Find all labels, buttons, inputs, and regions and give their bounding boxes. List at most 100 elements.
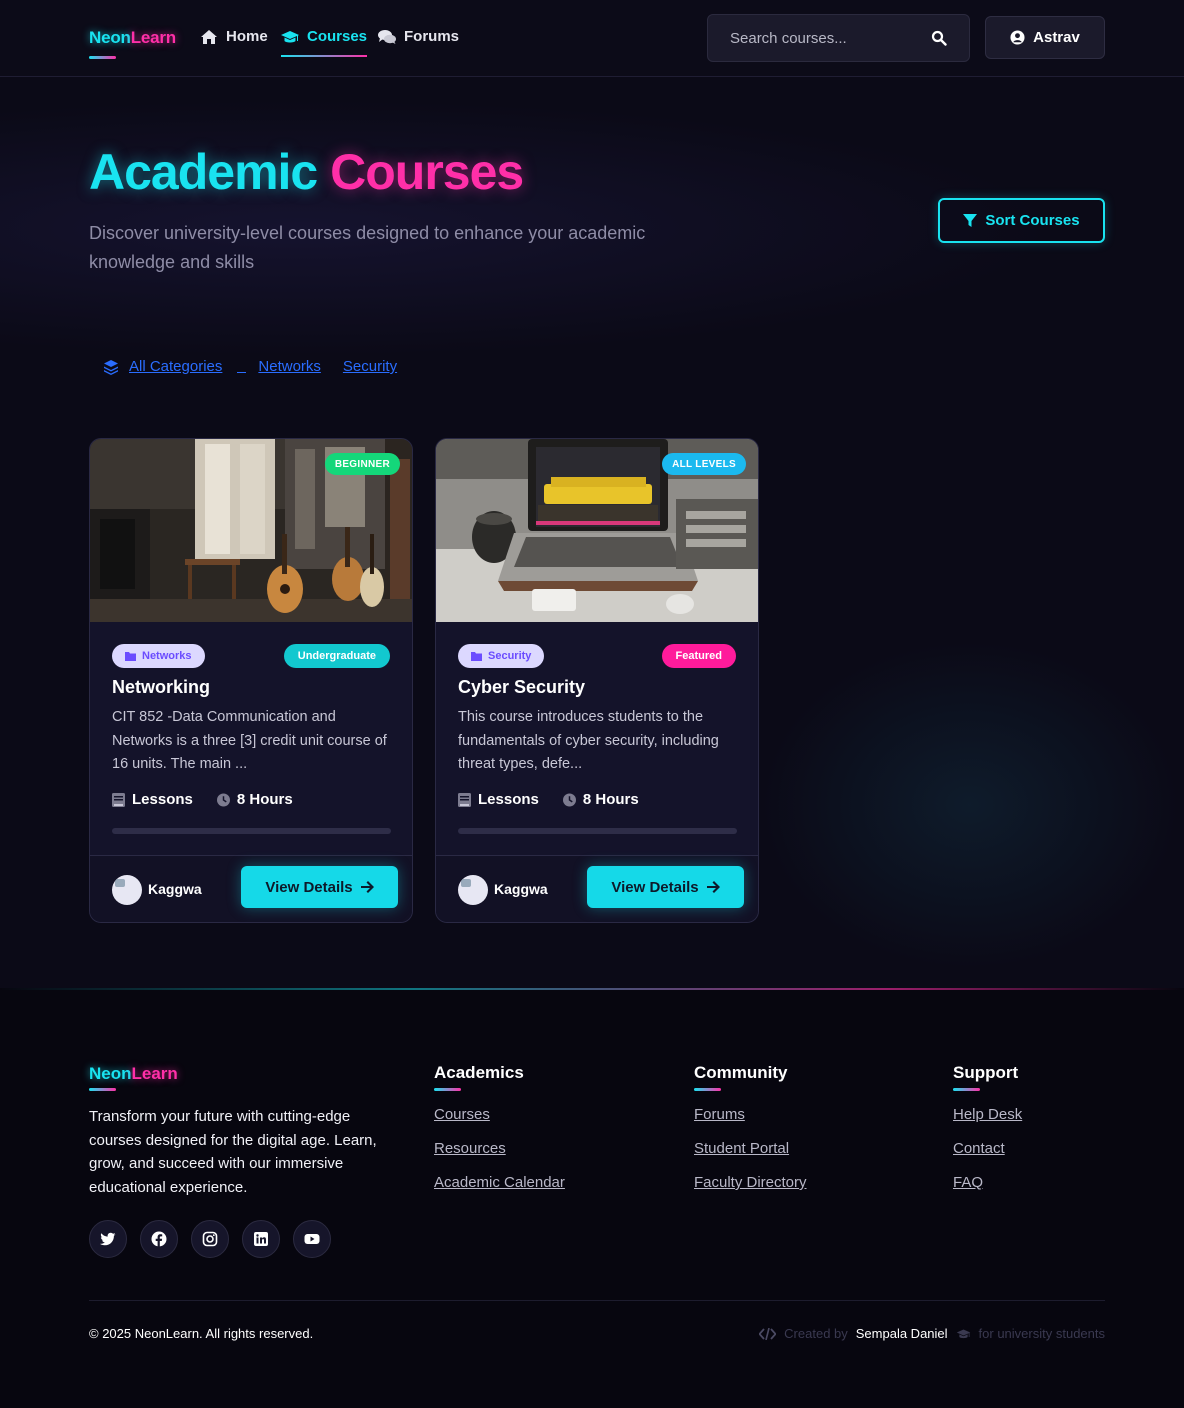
home-icon: [201, 29, 217, 44]
social-links: [89, 1220, 331, 1258]
course-card: ALL LEVELS Security Featured Cyber Secur…: [435, 438, 759, 923]
graduation-cap-icon: [956, 1329, 970, 1338]
view-details-label: View Details: [265, 878, 353, 896]
clock-icon: [562, 793, 576, 806]
footer-link-student-portal[interactable]: Student Portal: [694, 1139, 807, 1158]
search-icon[interactable]: [931, 30, 947, 46]
card-footer: Kaggwa View Details: [90, 855, 412, 922]
linkedin-link[interactable]: [242, 1220, 280, 1258]
course-meta: Lessons 8 Hours: [112, 791, 293, 808]
title-part-academic: Academic: [89, 144, 318, 200]
footer-link-resources[interactable]: Resources: [434, 1139, 565, 1158]
course-description: This course introduces students to the f…: [458, 709, 719, 772]
instagram-link[interactable]: [191, 1220, 229, 1258]
page-title: Academic Courses: [89, 143, 524, 201]
layer-stack-icon: [104, 359, 118, 375]
filter-icon: [963, 213, 978, 227]
category-pill-label: Security: [488, 650, 532, 662]
category-networks[interactable]: Networks: [258, 358, 321, 375]
book-icon: [112, 792, 125, 807]
sort-courses-button[interactable]: Sort Courses: [938, 198, 1105, 243]
course-meta: Lessons 8 Hours: [458, 791, 639, 808]
book-icon: [458, 792, 471, 807]
graduation-cap-icon: [281, 30, 299, 42]
user-name: Astrav: [1033, 29, 1080, 46]
comments-icon: [378, 29, 396, 44]
sort-courses-label: Sort Courses: [985, 212, 1080, 229]
arrow-right-icon: [706, 881, 720, 893]
linkedin-icon: [254, 1232, 268, 1246]
category-pill-label: Networks: [142, 650, 192, 662]
author-name: Kaggwa: [494, 881, 548, 897]
view-details-button[interactable]: View Details: [587, 866, 744, 908]
nav-courses-label: Courses: [307, 28, 368, 45]
footer-link-faculty-directory[interactable]: Faculty Directory: [694, 1173, 807, 1192]
copyright: © 2025 NeonLearn. All rights reserved.: [89, 1326, 314, 1341]
footer-heading-support: Support: [953, 1063, 1019, 1082]
site-footer: NeonLearn Transform your future with cut…: [0, 988, 1184, 1408]
footer-link-help-desk[interactable]: Help Desk: [953, 1105, 1022, 1124]
credit-suffix: for university students: [978, 1326, 1105, 1341]
footer-divider: [89, 1300, 1105, 1301]
site-logo[interactable]: NeonLearn: [89, 28, 176, 48]
view-details-button[interactable]: View Details: [241, 866, 398, 908]
level-badge: ALL LEVELS: [662, 453, 746, 475]
course-tag: Featured: [661, 644, 736, 668]
footer-col-community: Community Forums Student Portal Faculty …: [694, 1063, 807, 1207]
nav-home[interactable]: Home: [200, 28, 268, 45]
footer-link-academic-calendar[interactable]: Academic Calendar: [434, 1173, 565, 1192]
clock-icon: [216, 793, 230, 806]
card-footer: Kaggwa View Details: [436, 855, 758, 922]
title-part-courses: Courses: [330, 144, 524, 200]
credit-prefix: Created by: [784, 1326, 848, 1341]
folder-icon: [125, 651, 136, 661]
twitter-link[interactable]: [89, 1220, 127, 1258]
nav-forums[interactable]: Forums: [378, 28, 459, 45]
course-image-guitars: BEGINNER: [90, 439, 412, 622]
youtube-link[interactable]: [293, 1220, 331, 1258]
instagram-icon: [202, 1231, 218, 1247]
credit-name[interactable]: Sempala Daniel: [856, 1326, 948, 1341]
footer-link-contact[interactable]: Contact: [953, 1139, 1022, 1158]
category-all[interactable]: All Categories: [129, 358, 222, 375]
credit-line: Created by Sempala Daniel for university…: [759, 1326, 1105, 1341]
user-circle-icon: [1010, 30, 1025, 45]
hours-label: 8 Hours: [582, 791, 639, 808]
folder-icon: [471, 651, 482, 661]
twitter-icon: [100, 1232, 116, 1246]
nav-forums-label: Forums: [404, 28, 460, 45]
category-separator: [237, 360, 247, 373]
nav-courses[interactable]: Courses: [281, 28, 368, 57]
footer-logo[interactable]: NeonLearn: [89, 1064, 178, 1084]
course-card: BEGINNER Networks Undergraduate Networki…: [89, 438, 413, 923]
course-progress-bar: [458, 828, 737, 834]
lessons-label: Lessons: [478, 791, 539, 808]
footer-link-faq[interactable]: FAQ: [953, 1173, 1022, 1192]
facebook-icon: [151, 1231, 167, 1247]
footer-heading-community: Community: [694, 1063, 788, 1082]
search-input[interactable]: [730, 29, 931, 47]
footer-col-academics: Academics Courses Resources Academic Cal…: [434, 1063, 565, 1207]
footer-divider-glow: [0, 988, 1184, 990]
category-filter: All Categories Networks Security: [103, 358, 397, 375]
author-avatar: [458, 875, 488, 905]
hours-label: 8 Hours: [236, 791, 293, 808]
facebook-link[interactable]: [140, 1220, 178, 1258]
logo-part-learn: Learn: [130, 28, 176, 47]
footer-about: Transform your future with cutting-edge …: [89, 1108, 377, 1196]
logo-underline: [89, 56, 116, 59]
lessons-label: Lessons: [132, 791, 193, 808]
footer-link-courses[interactable]: Courses: [434, 1105, 565, 1124]
footer-link-forums[interactable]: Forums: [694, 1105, 807, 1124]
category-pill: Security: [458, 644, 545, 668]
course-tag: Undergraduate: [283, 644, 390, 668]
course-title: Networking: [112, 677, 211, 697]
category-security[interactable]: Security: [343, 358, 397, 375]
course-title: Cyber Security: [458, 677, 586, 697]
footer-logo-part-neon: Neon: [89, 1064, 132, 1083]
course-description: CIT 852 -Data Communication and Networks…: [112, 709, 387, 772]
footer-col-support: Support Help Desk Contact FAQ: [953, 1063, 1022, 1207]
user-menu-button[interactable]: Astrav: [985, 16, 1105, 59]
top-navbar: NeonLearn Home Courses Forums Astrav: [0, 0, 1184, 77]
search-box: [707, 14, 970, 62]
